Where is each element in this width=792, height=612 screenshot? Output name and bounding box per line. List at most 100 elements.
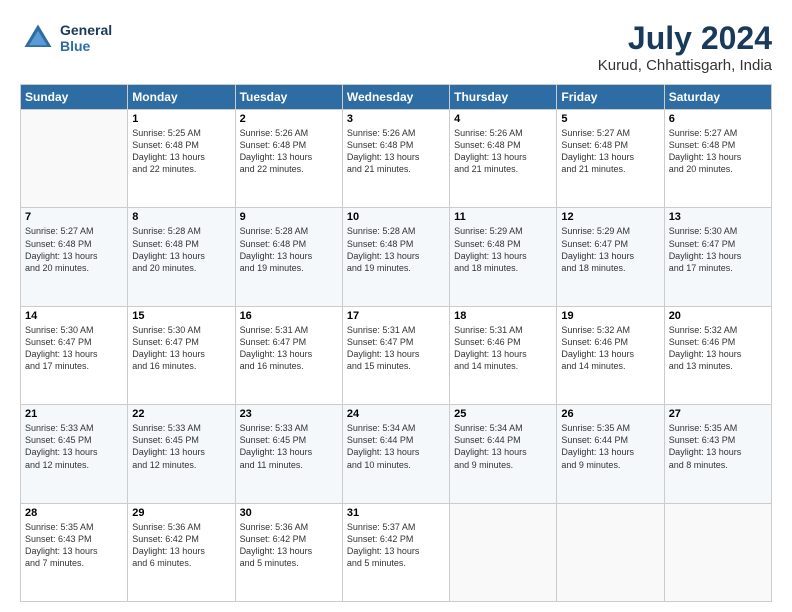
calendar-cell bbox=[664, 503, 771, 601]
calendar-cell: 14Sunrise: 5:30 AM Sunset: 6:47 PM Dayli… bbox=[21, 306, 128, 404]
day-info: Sunrise: 5:34 AM Sunset: 6:44 PM Dayligh… bbox=[347, 422, 445, 471]
day-number: 15 bbox=[132, 310, 230, 322]
day-info: Sunrise: 5:27 AM Sunset: 6:48 PM Dayligh… bbox=[561, 127, 659, 176]
day-info: Sunrise: 5:31 AM Sunset: 6:47 PM Dayligh… bbox=[347, 324, 445, 373]
day-info: Sunrise: 5:26 AM Sunset: 6:48 PM Dayligh… bbox=[347, 127, 445, 176]
weekday-header: Thursday bbox=[450, 85, 557, 110]
day-number: 25 bbox=[454, 408, 552, 420]
calendar-cell: 16 Sunrise: 5:31 AM Sunset: 6:47 PM Dayli… bbox=[235, 306, 342, 404]
day-number: 4 bbox=[454, 113, 552, 125]
day-info: Sunrise: 5:36 AM Sunset: 6:42 PM Dayligh… bbox=[132, 521, 230, 570]
calendar-cell: 10Sunrise: 5:28 AM Sunset: 6:48 PM Dayli… bbox=[342, 208, 449, 306]
calendar-cell bbox=[21, 110, 128, 208]
day-info: Sunrise: 5:32 AM Sunset: 6:46 PM Dayligh… bbox=[669, 324, 767, 373]
day-number: 14 bbox=[25, 310, 123, 322]
calendar-cell: 1Sunrise: 5:25 AM Sunset: 6:48 PM Daylig… bbox=[128, 110, 235, 208]
day-info: Sunrise: 5:29 AM Sunset: 6:47 PM Dayligh… bbox=[561, 225, 659, 274]
calendar-cell: 22Sunrise: 5:33 AM Sunset: 6:45 PM Dayli… bbox=[128, 405, 235, 503]
day-info: Sunrise: 5:28 AM Sunset: 6:48 PM Dayligh… bbox=[132, 225, 230, 274]
weekday-header: Monday bbox=[128, 85, 235, 110]
logo: General Blue bbox=[20, 20, 112, 56]
day-info: Sunrise: 5:36 AM Sunset: 6:42 PM Dayligh… bbox=[240, 521, 338, 570]
day-number: 27 bbox=[669, 408, 767, 420]
title-block: July 2024 Kurud, Chhattisgarh, India bbox=[598, 20, 772, 74]
day-number: 8 bbox=[132, 211, 230, 223]
day-info: Sunrise: 5:30 AM Sunset: 6:47 PM Dayligh… bbox=[669, 225, 767, 274]
day-info: Sunrise: 5:32 AM Sunset: 6:46 PM Dayligh… bbox=[561, 324, 659, 373]
calendar-cell: 6Sunrise: 5:27 AM Sunset: 6:48 PM Daylig… bbox=[664, 110, 771, 208]
day-number: 7 bbox=[25, 211, 123, 223]
weekday-header: Wednesday bbox=[342, 85, 449, 110]
day-info: Sunrise: 5:27 AM Sunset: 6:48 PM Dayligh… bbox=[669, 127, 767, 176]
day-number: 30 bbox=[240, 507, 338, 519]
calendar-cell: 25 Sunrise: 5:34 AM Sunset: 6:44 PM Dayli… bbox=[450, 405, 557, 503]
calendar-cell: 19 Sunrise: 5:32 AM Sunset: 6:46 PM Dayli… bbox=[557, 306, 664, 404]
day-number: 11 bbox=[454, 211, 552, 223]
day-info: Sunrise: 5:31 AM Sunset: 6:46 PM Dayligh… bbox=[454, 324, 552, 373]
weekday-header: Saturday bbox=[664, 85, 771, 110]
day-number: 20 bbox=[669, 310, 767, 322]
calendar-cell: 26Sunrise: 5:35 AM Sunset: 6:44 PM Dayli… bbox=[557, 405, 664, 503]
calendar-cell: 20 Sunrise: 5:32 AM Sunset: 6:46 PM Dayli… bbox=[664, 306, 771, 404]
calendar-cell: 13 Sunrise: 5:30 AM Sunset: 6:47 PM Dayli… bbox=[664, 208, 771, 306]
calendar-week-row: 7Sunrise: 5:27 AM Sunset: 6:48 PM Daylig… bbox=[21, 208, 772, 306]
day-info: Sunrise: 5:29 AM Sunset: 6:48 PM Dayligh… bbox=[454, 225, 552, 274]
month-year: July 2024 bbox=[598, 20, 772, 57]
day-info: Sunrise: 5:34 AM Sunset: 6:44 PM Dayligh… bbox=[454, 422, 552, 471]
day-number: 16 bbox=[240, 310, 338, 322]
logo-text: General Blue bbox=[60, 22, 112, 54]
calendar-cell: 28Sunrise: 5:35 AM Sunset: 6:43 PM Dayli… bbox=[21, 503, 128, 601]
day-info: Sunrise: 5:26 AM Sunset: 6:48 PM Dayligh… bbox=[454, 127, 552, 176]
calendar-cell: 15Sunrise: 5:30 AM Sunset: 6:47 PM Dayli… bbox=[128, 306, 235, 404]
weekday-header: Tuesday bbox=[235, 85, 342, 110]
calendar-cell: 5 Sunrise: 5:27 AM Sunset: 6:48 PM Daylig… bbox=[557, 110, 664, 208]
day-number: 29 bbox=[132, 507, 230, 519]
calendar-cell: 18 Sunrise: 5:31 AM Sunset: 6:46 PM Dayli… bbox=[450, 306, 557, 404]
calendar-cell: 8 Sunrise: 5:28 AM Sunset: 6:48 PM Daylig… bbox=[128, 208, 235, 306]
calendar-cell: 2Sunrise: 5:26 AM Sunset: 6:48 PM Daylig… bbox=[235, 110, 342, 208]
calendar-cell: 30 Sunrise: 5:36 AM Sunset: 6:42 PM Dayli… bbox=[235, 503, 342, 601]
calendar-cell: 23 Sunrise: 5:33 AM Sunset: 6:45 PM Dayli… bbox=[235, 405, 342, 503]
day-info: Sunrise: 5:37 AM Sunset: 6:42 PM Dayligh… bbox=[347, 521, 445, 570]
day-number: 3 bbox=[347, 113, 445, 125]
logo-icon bbox=[20, 20, 56, 56]
location: Kurud, Chhattisgarh, India bbox=[598, 57, 772, 74]
day-number: 17 bbox=[347, 310, 445, 322]
header: General Blue July 2024 Kurud, Chhattisga… bbox=[20, 20, 772, 74]
calendar-header-row: SundayMondayTuesdayWednesdayThursdayFrid… bbox=[21, 85, 772, 110]
day-info: Sunrise: 5:33 AM Sunset: 6:45 PM Dayligh… bbox=[240, 422, 338, 471]
calendar-week-row: 21 Sunrise: 5:33 AM Sunset: 6:45 PM Dayli… bbox=[21, 405, 772, 503]
page: General Blue July 2024 Kurud, Chhattisga… bbox=[0, 0, 792, 612]
day-info: Sunrise: 5:25 AM Sunset: 6:48 PM Dayligh… bbox=[132, 127, 230, 176]
weekday-header: Sunday bbox=[21, 85, 128, 110]
calendar-cell: 7Sunrise: 5:27 AM Sunset: 6:48 PM Daylig… bbox=[21, 208, 128, 306]
calendar-cell: 11 Sunrise: 5:29 AM Sunset: 6:48 PM Dayli… bbox=[450, 208, 557, 306]
day-info: Sunrise: 5:28 AM Sunset: 6:48 PM Dayligh… bbox=[240, 225, 338, 274]
calendar-cell: 31Sunrise: 5:37 AM Sunset: 6:42 PM Dayli… bbox=[342, 503, 449, 601]
day-number: 26 bbox=[561, 408, 659, 420]
calendar-cell: 17 Sunrise: 5:31 AM Sunset: 6:47 PM Dayli… bbox=[342, 306, 449, 404]
day-number: 19 bbox=[561, 310, 659, 322]
calendar-cell: 21 Sunrise: 5:33 AM Sunset: 6:45 PM Dayli… bbox=[21, 405, 128, 503]
calendar-cell: 4 Sunrise: 5:26 AM Sunset: 6:48 PM Daylig… bbox=[450, 110, 557, 208]
day-number: 24 bbox=[347, 408, 445, 420]
day-number: 5 bbox=[561, 113, 659, 125]
day-number: 21 bbox=[25, 408, 123, 420]
day-number: 12 bbox=[561, 211, 659, 223]
day-number: 13 bbox=[669, 211, 767, 223]
calendar-week-row: 1Sunrise: 5:25 AM Sunset: 6:48 PM Daylig… bbox=[21, 110, 772, 208]
day-info: Sunrise: 5:33 AM Sunset: 6:45 PM Dayligh… bbox=[25, 422, 123, 471]
day-number: 9 bbox=[240, 211, 338, 223]
calendar-cell: 29 Sunrise: 5:36 AM Sunset: 6:42 PM Dayli… bbox=[128, 503, 235, 601]
calendar-cell bbox=[557, 503, 664, 601]
calendar-week-row: 28Sunrise: 5:35 AM Sunset: 6:43 PM Dayli… bbox=[21, 503, 772, 601]
calendar-week-row: 14Sunrise: 5:30 AM Sunset: 6:47 PM Dayli… bbox=[21, 306, 772, 404]
day-info: Sunrise: 5:33 AM Sunset: 6:45 PM Dayligh… bbox=[132, 422, 230, 471]
day-info: Sunrise: 5:35 AM Sunset: 6:43 PM Dayligh… bbox=[669, 422, 767, 471]
day-info: Sunrise: 5:31 AM Sunset: 6:47 PM Dayligh… bbox=[240, 324, 338, 373]
calendar-cell: 24 Sunrise: 5:34 AM Sunset: 6:44 PM Dayli… bbox=[342, 405, 449, 503]
day-info: Sunrise: 5:28 AM Sunset: 6:48 PM Dayligh… bbox=[347, 225, 445, 274]
day-number: 28 bbox=[25, 507, 123, 519]
day-number: 18 bbox=[454, 310, 552, 322]
day-number: 23 bbox=[240, 408, 338, 420]
